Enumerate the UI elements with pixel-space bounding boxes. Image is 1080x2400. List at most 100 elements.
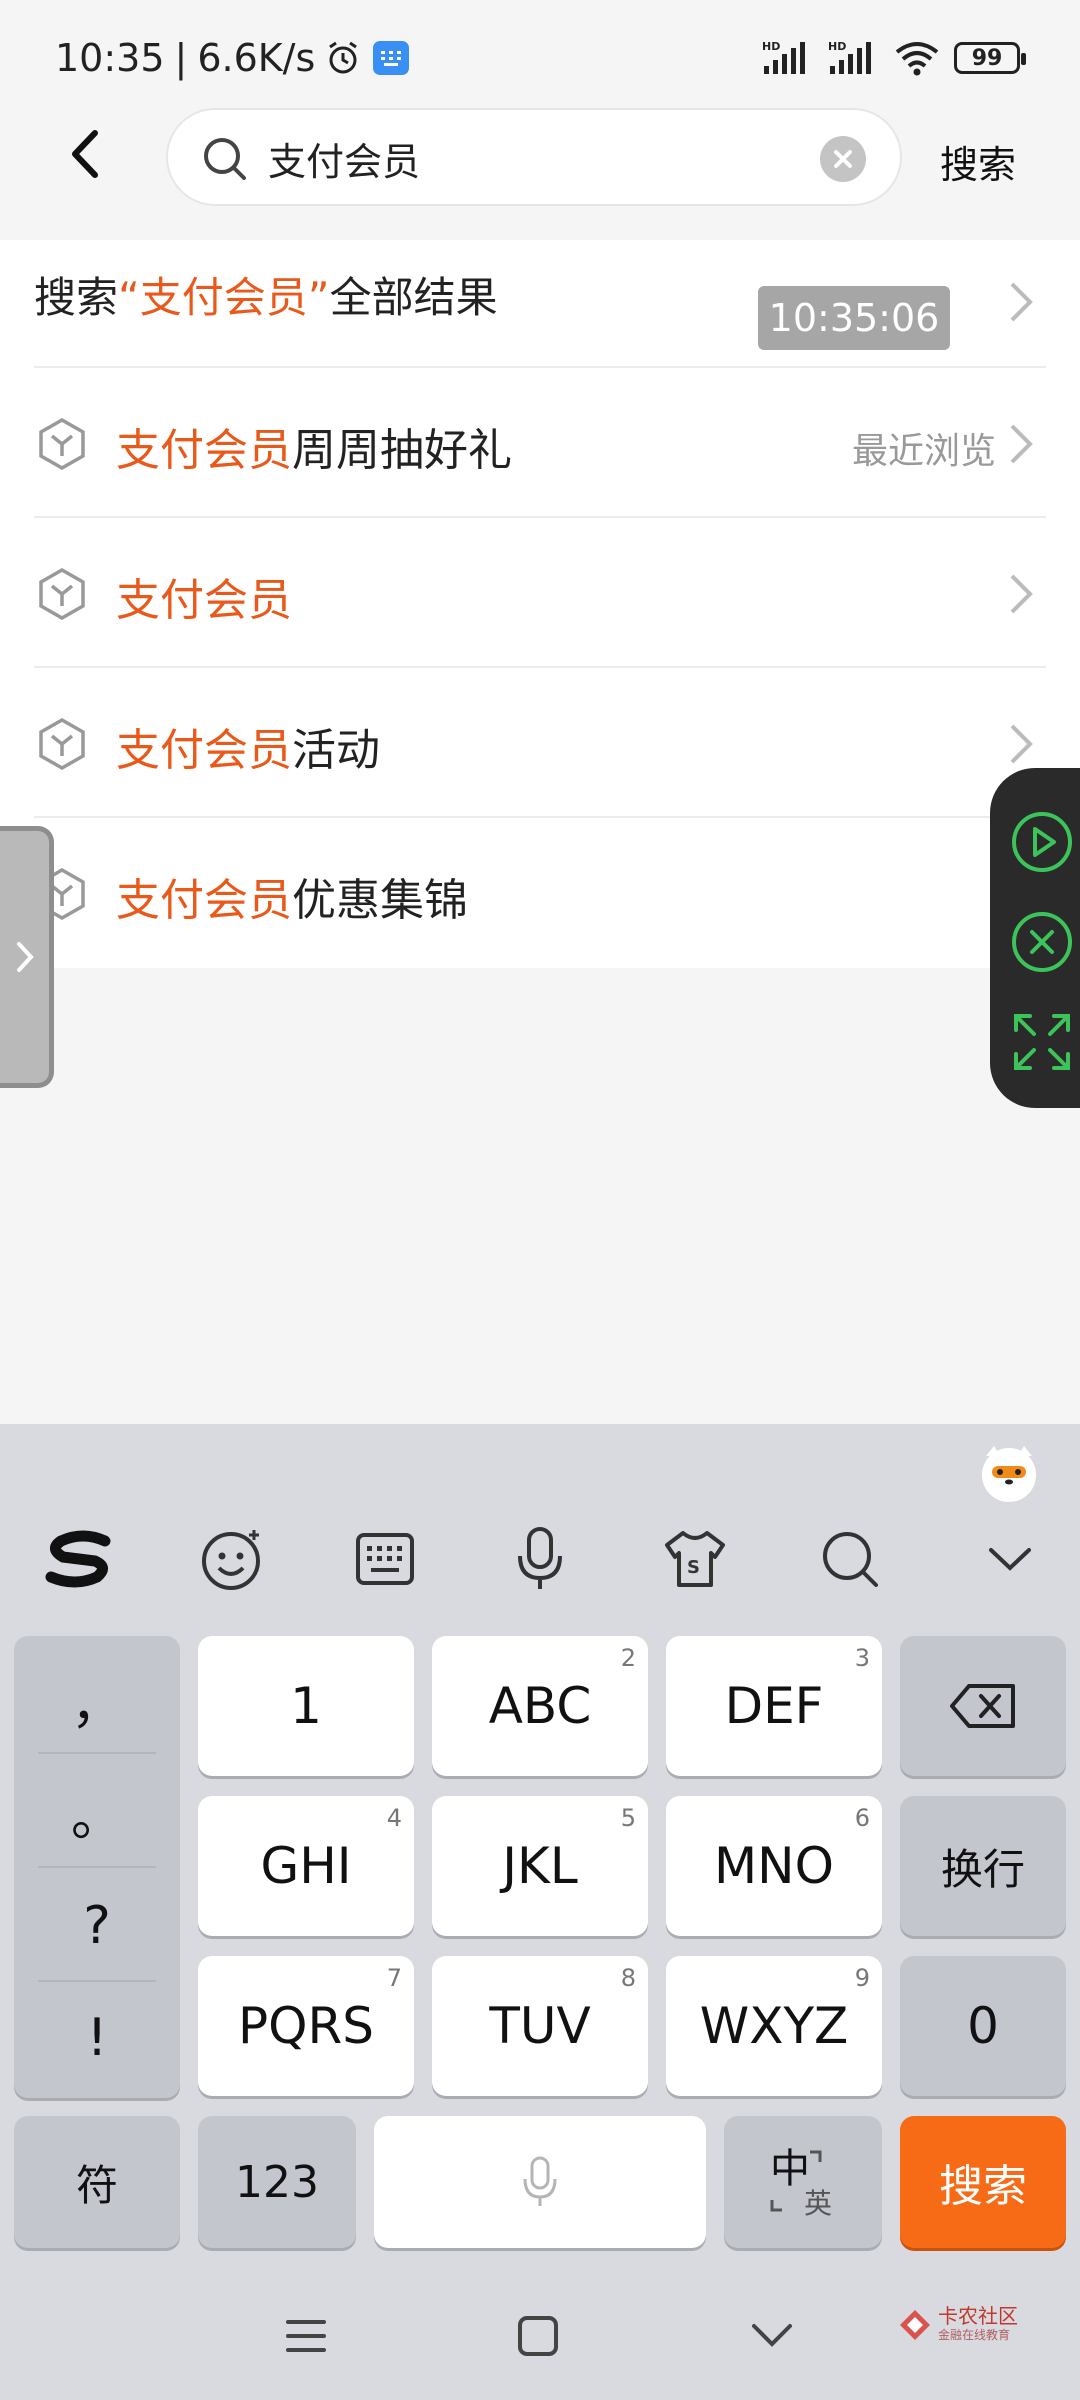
back-button[interactable] bbox=[55, 124, 115, 184]
number-mode-label: 123 bbox=[235, 2156, 319, 2208]
play-icon[interactable] bbox=[1008, 808, 1076, 876]
punct-key-comma[interactable]: ， bbox=[14, 1644, 180, 1756]
key-digit: 4 bbox=[386, 1804, 402, 1832]
key-label: WXYZ bbox=[699, 1997, 849, 2055]
key-5-jkl[interactable]: JKL 5 bbox=[432, 1796, 648, 1936]
suggestion-highlight: 支付会员 bbox=[116, 725, 292, 776]
search-all-keyword: 支付会员 bbox=[139, 273, 308, 322]
keyboard-search-key[interactable]: 搜索 bbox=[900, 2116, 1066, 2248]
watermark-text-block: 卡农社区 金融在线教育 bbox=[938, 2306, 1018, 2343]
symbols-label: 符 bbox=[75, 2160, 118, 2210]
suggestion-item[interactable]: 支付会员 bbox=[34, 518, 1046, 668]
watermark: 卡农社区 金融在线教育 bbox=[898, 2306, 1018, 2343]
clear-button[interactable] bbox=[820, 136, 866, 182]
collapse-icon[interactable] bbox=[975, 1524, 1045, 1594]
chevron-right-icon bbox=[1010, 424, 1033, 464]
key-2-abc[interactable]: ABC 2 bbox=[432, 1636, 648, 1776]
watermark-logo-icon bbox=[900, 2309, 930, 2340]
suggestion-rest: 周周抽好礼 bbox=[292, 425, 512, 476]
status-bar: 10:35 | 6.6K/s HD HD 99 bbox=[0, 0, 1080, 100]
keyboard-search-label: 搜索 bbox=[939, 2161, 1027, 2212]
signal-hd-icon: HD bbox=[762, 40, 805, 74]
microphone-icon bbox=[523, 2156, 557, 2206]
expand-icon[interactable] bbox=[1008, 1008, 1076, 1076]
punct-divider bbox=[38, 1752, 156, 1754]
search-input[interactable] bbox=[268, 128, 828, 188]
keyboard-top: S bbox=[0, 1424, 1080, 1624]
menu-icon bbox=[286, 2320, 326, 2352]
search-all-prefix: 搜索 bbox=[34, 273, 119, 322]
search-box[interactable] bbox=[166, 108, 902, 206]
keyboard-icon[interactable] bbox=[350, 1524, 420, 1594]
key-4-ghi[interactable]: GHI 4 bbox=[198, 1796, 414, 1936]
battery-icon: 99 bbox=[954, 42, 1026, 74]
skin-icon[interactable]: S bbox=[660, 1524, 730, 1594]
signal-hd-icon: HD bbox=[828, 40, 871, 74]
home-button[interactable] bbox=[508, 2306, 568, 2366]
search-icon bbox=[204, 138, 246, 180]
chevron-down-icon bbox=[752, 2324, 792, 2347]
suggestion-label: 支付会员活动 bbox=[116, 714, 380, 778]
floating-side-tab[interactable] bbox=[0, 826, 54, 1088]
key-8-tuv[interactable]: TUV 8 bbox=[432, 1956, 648, 2096]
key-digit: 3 bbox=[854, 1644, 870, 1672]
mini-program-icon bbox=[39, 717, 85, 771]
close-icon[interactable] bbox=[1008, 908, 1076, 976]
close-icon bbox=[834, 150, 852, 168]
recently-viewed-tag: 最近浏览 bbox=[851, 431, 996, 472]
chevron-right-icon bbox=[1010, 724, 1033, 764]
search-icon[interactable] bbox=[815, 1524, 885, 1594]
search-all-results-label: 搜索“支付会员”全部结果 bbox=[34, 264, 498, 325]
key-9-wxyz[interactable]: WXYZ 9 bbox=[666, 1956, 882, 2096]
suggestion-item[interactable]: 支付会员优惠集锦 bbox=[34, 818, 1046, 968]
emoji-icon[interactable] bbox=[198, 1524, 268, 1594]
suggestion-highlight: 支付会员 bbox=[116, 575, 292, 626]
key-3-def[interactable]: DEF 3 bbox=[666, 1636, 882, 1776]
search-all-suffix: 全部结果 bbox=[329, 273, 498, 322]
status-right: HD HD 99 bbox=[762, 40, 1026, 76]
key-digit: 2 bbox=[620, 1644, 636, 1672]
number-mode-key[interactable]: 123 bbox=[198, 2116, 356, 2248]
status-separator: | bbox=[174, 36, 188, 80]
space-key[interactable] bbox=[374, 2116, 706, 2248]
menu-button[interactable] bbox=[276, 2306, 336, 2366]
symbols-key[interactable]: 符 bbox=[14, 2116, 180, 2248]
back-nav-button[interactable] bbox=[742, 2306, 802, 2366]
mascot-icon[interactable] bbox=[978, 1442, 1040, 1504]
search-all-open-quote: “ bbox=[118, 273, 140, 322]
app-notification-icon bbox=[373, 41, 410, 75]
key-6-mno[interactable]: MNO 6 bbox=[666, 1796, 882, 1936]
suggestion-item[interactable]: 支付会员活动 bbox=[34, 668, 1046, 818]
punct-divider bbox=[38, 1866, 156, 1868]
suggestion-item[interactable]: 支付会员周周抽好礼 最近浏览 bbox=[34, 368, 1046, 518]
punct-key-exclamation[interactable]: ! bbox=[14, 1982, 180, 2094]
search-all-results-item[interactable]: 搜索“支付会员”全部结果 10:35:06 bbox=[34, 240, 1046, 368]
sogou-logo-icon[interactable] bbox=[40, 1524, 120, 1594]
suggestion-label: 支付会员 bbox=[116, 564, 292, 628]
svg-text:HD: HD bbox=[828, 40, 846, 53]
key-7-pqrs[interactable]: PQRS 7 bbox=[198, 1956, 414, 2096]
timestamp-badge: 10:35:06 bbox=[758, 286, 950, 350]
status-time: 10:35 bbox=[55, 36, 165, 80]
backspace-key[interactable] bbox=[900, 1636, 1066, 1776]
key-label: PQRS bbox=[238, 1997, 374, 2055]
search-header: 搜索 bbox=[0, 100, 1080, 240]
key-0[interactable]: 0 bbox=[900, 1956, 1066, 2096]
search-submit-button[interactable]: 搜索 bbox=[940, 134, 1016, 189]
punctuation-column: ， 。 ? ! bbox=[14, 1636, 180, 2098]
key-1[interactable]: 1 bbox=[198, 1636, 414, 1776]
chevron-right-icon bbox=[1010, 282, 1033, 322]
system-nav-bar: 卡农社区 金融在线教育 bbox=[0, 2266, 1080, 2400]
home-icon bbox=[518, 2316, 558, 2356]
newline-key[interactable]: 换行 bbox=[900, 1796, 1066, 1936]
punct-key-period[interactable]: 。 bbox=[14, 1756, 180, 1868]
search-all-close-quote: ” bbox=[307, 273, 330, 322]
svg-text:S: S bbox=[687, 1557, 700, 1578]
language-switch-key[interactable]: 中 英 bbox=[724, 2116, 882, 2248]
key-label: GHI bbox=[260, 1837, 352, 1895]
svg-text:HD: HD bbox=[762, 40, 780, 53]
switch-bracket-icon bbox=[770, 2150, 822, 2212]
back-arrow-icon bbox=[72, 130, 98, 178]
punct-key-question[interactable]: ? bbox=[14, 1870, 180, 1982]
microphone-icon[interactable] bbox=[505, 1524, 575, 1594]
